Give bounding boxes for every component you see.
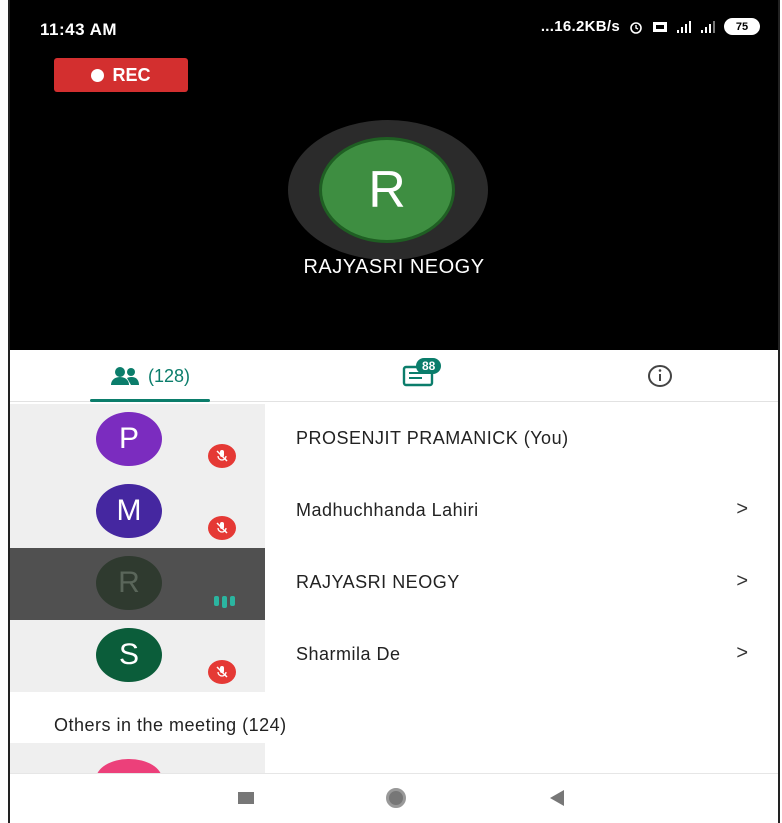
status-bar: 11:43 AM ...16.2KB/s 75 [10,0,778,48]
participant-name: PROSENJIT PRAMANICK (You) [296,428,569,448]
participant-avatar-area: S [10,620,265,692]
participant-avatar-area: M [10,476,265,548]
record-dot-icon [91,68,105,82]
status-time: 11:43 AM [40,20,118,39]
chevron-right-icon[interactable]: > [736,498,748,521]
panel-tabs: (128) 88 [10,350,778,402]
participant-avatar-area: P [10,404,265,476]
mic-off-icon [208,660,236,684]
participant-avatar: M [96,484,162,538]
signal-icon-2 [701,20,715,33]
participant-avatar: R [96,556,162,610]
participant-row-partial[interactable] [10,743,265,773]
people-icon [110,367,139,385]
participant-row[interactable]: S Sharmila De > [10,620,778,692]
participant-row[interactable]: M Madhuchhanda Lahiri > [10,476,778,548]
participant-avatar-area: R [10,548,265,620]
participant-avatar: P [96,412,162,466]
active-speaker-avatar[interactable]: R [322,140,452,240]
others-section-label: Others in the meeting (124) [54,715,287,735]
alarm-icon [630,21,642,34]
participant-name: RAJYASRI NEOGY [296,572,460,592]
people-count: (128) [147,365,191,386]
signal-icon [677,20,691,33]
participant-row[interactable]: R RAJYASRI NEOGY > [10,548,778,620]
hd-icon [653,21,667,32]
status-icons: ...16.2KB/s 75 [541,18,760,35]
active-speaker-name: RAJYASRI NEOGY [303,256,485,278]
tab-info[interactable] [620,350,700,402]
speaking-indicator-icon [214,596,235,608]
network-speed: ...16.2KB/s [540,18,620,35]
mic-off-icon [208,444,236,468]
participants-panel: (128) 88 P PROSENJIT PRAMANICK (You) M M… [10,350,778,823]
participant-name: Madhuchhanda Lahiri [296,500,479,520]
participant-name: Sharmila De [296,644,401,664]
chevron-right-icon[interactable]: > [736,642,748,665]
system-nav-bar [10,773,778,823]
chevron-right-icon[interactable]: > [736,570,748,593]
participant-row[interactable]: P PROSENJIT PRAMANICK (You) [10,404,778,476]
mic-off-icon [208,516,236,540]
back-icon[interactable] [550,790,564,806]
tab-people[interactable]: (128) [70,350,230,402]
tab-chat[interactable]: 88 [370,350,470,402]
recent-apps-icon[interactable] [238,792,254,804]
chat-badge: 88 [416,358,442,374]
info-icon [648,365,672,387]
meeting-screen: 11:43 AM ...16.2KB/s 75 REC R RAJYASRI N… [8,0,780,823]
recording-label: REC [112,64,151,85]
participant-avatar [96,759,162,773]
battery-icon: 75 [724,18,760,35]
participant-avatar: S [96,628,162,682]
home-icon[interactable] [386,788,406,808]
recording-indicator: REC [54,58,188,92]
